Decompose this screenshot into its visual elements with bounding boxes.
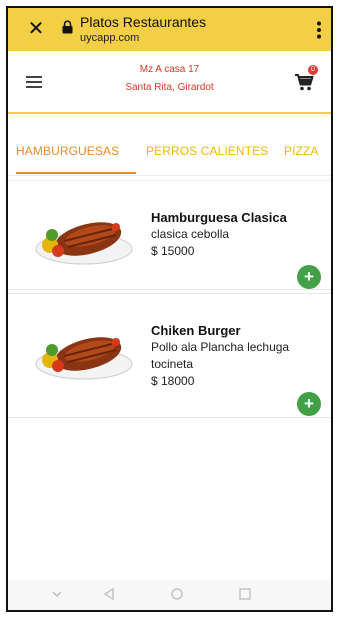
lock-icon [62,20,73,34]
product-description: clasica cebolla [151,227,230,241]
product-info: Chiken Burger Pollo ala Plancha lechuga … [151,322,321,390]
app-header: Mz A casa 17 Santa Rita, Girardot 0 [8,51,331,114]
product-card[interactable]: Hamburguesa Clasica clasica cebolla $ 15… [8,180,331,290]
product-description: Pollo ala Plancha lechuga tocineta [151,340,290,371]
more-vert-icon[interactable] [317,21,321,39]
product-name: Hamburguesa Clasica [151,210,287,225]
active-tab-indicator [16,172,136,174]
browser-bar: ✕ Platos Restaurantes uycapp.com [8,8,331,51]
product-image [35,222,133,265]
browser-title: Platos Restaurantes [80,14,207,30]
tab-perros-calientes[interactable]: PERROS CALIENTES [146,126,268,175]
product-name: Chiken Burger [151,323,241,338]
add-to-cart-button[interactable]: + [297,392,321,416]
product-image [35,337,133,380]
product-price: $ 15000 [151,244,195,258]
browser-url: uycapp.com [80,32,140,44]
chevron-down-icon[interactable] [50,587,64,601]
add-icon: + [304,394,314,413]
cart-button[interactable]: 0 [293,65,318,93]
add-to-cart-button[interactable]: + [297,265,321,289]
recents-icon[interactable] [238,587,252,601]
back-icon[interactable] [102,587,116,601]
menu-icon[interactable] [24,73,46,91]
system-nav-bar [8,580,331,610]
product-card[interactable]: Chiken Burger Pollo ala Plancha lechuga … [8,293,331,418]
close-icon[interactable]: ✕ [24,17,48,41]
tab-pizza[interactable]: PIZZA [284,126,319,175]
product-price: $ 18000 [151,374,195,388]
add-icon: + [304,267,314,286]
home-icon[interactable] [170,587,184,601]
address-line-2: Santa Rita, Girardot [125,82,214,93]
cart-badge: 0 [308,65,318,75]
phone-screen: ✕ Platos Restaurantes uycapp.com Mz A ca… [6,6,333,612]
address-line-1: Mz A casa 17 [139,64,200,75]
tab-hamburguesas[interactable]: HAMBURGUESAS [16,126,119,175]
product-info: Hamburguesa Clasica clasica cebolla $ 15… [151,209,321,260]
category-tabs: HAMBURGUESAS PERROS CALIENTES PIZZA [8,126,331,176]
delivery-address[interactable]: Mz A casa 17 Santa Rita, Girardot [68,61,271,97]
